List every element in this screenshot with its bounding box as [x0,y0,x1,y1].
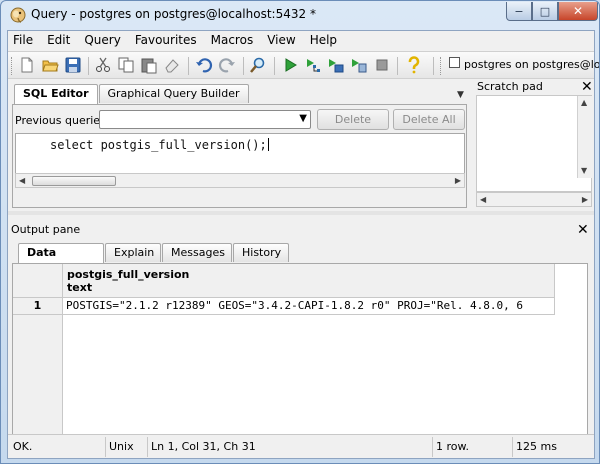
save-icon[interactable] [64,56,82,74]
find-icon[interactable] [249,56,267,74]
row-number[interactable]: 1 [13,298,63,315]
explain-icon[interactable] [304,56,322,74]
menu-view[interactable]: View [260,31,302,50]
toolbar-grip[interactable] [11,57,14,75]
sql-editor-input[interactable]: select postgis_full_version(); [15,133,465,173]
output-pane-title: Output pane [11,223,81,236]
paste-icon[interactable] [140,56,158,74]
line-margin [16,134,44,173]
menu-file[interactable]: File [8,31,40,50]
toolbar-grip[interactable] [440,57,443,75]
cut-icon[interactable] [94,56,112,74]
text-caret [267,138,269,151]
execute-to-file-icon[interactable] [327,56,345,74]
line-ending-status: Unix [106,437,148,457]
sql-text[interactable]: select postgis_full_version(); [50,138,269,152]
scratch-pad-vertical-scrollbar[interactable]: ▲ ▼ [577,96,592,178]
scratch-pad-title: Scratch pad [477,80,543,93]
status-bar: OK. Unix Ln 1, Col 31, Ch 31 1 row. 125 … [8,434,594,458]
application-window: Query - postgres on postgres@localhost:5… [0,0,600,464]
output-tabs: Data Output Explain Messages History [18,243,290,277]
close-output-pane-icon[interactable]: ✕ [577,223,589,237]
menu-query[interactable]: Query [77,31,127,50]
scratch-pad-input[interactable]: ▲ ▼ [476,95,592,192]
tab-explain[interactable]: Explain [105,243,161,262]
client-area: File Edit Query Favourites Macros View H… [7,30,599,459]
toolbar-separator [274,57,275,75]
column-name: postgis_full_version [67,268,190,281]
sql-editor-pane: SQL Editor Graphical Query Builder ▼ Pre… [10,82,469,210]
menu-macros[interactable]: Macros [204,31,261,50]
editor-horizontal-scrollbar[interactable]: ◀ ▶ [15,173,465,188]
row-count-status: 1 row. [433,437,513,457]
menu-help[interactable]: Help [303,31,344,50]
redo-icon[interactable] [218,56,236,74]
chevron-down-icon: ▼ [299,113,307,124]
previous-queries-label: Previous queries [15,114,106,127]
grid-cell[interactable]: POSTGIS="2.1.2 r12389" GEOS="3.4.2-CAPI-… [63,298,555,315]
close-icon: ✕ [572,4,584,18]
editor-body: Previous queries ▼ Delete Delete All sel… [12,104,467,208]
status-text: OK. [10,437,106,457]
toolbar-separator [88,57,89,75]
cursor-position-status: Ln 1, Col 31, Ch 31 [148,437,433,457]
tab-list-dropdown-icon[interactable]: ▼ [457,90,464,100]
connection-checkbox[interactable] [449,57,460,68]
delete-button[interactable]: Delete [317,109,389,130]
copy-icon[interactable] [117,56,135,74]
minimize-button[interactable]: − [506,2,532,21]
scroll-right-icon[interactable]: ▶ [455,174,461,187]
toolbar: postgres on postgres@localhost [8,51,599,79]
scratch-pad-horizontal-scrollbar[interactable]: ◀ ▶ [476,192,592,207]
maximize-button[interactable]: □ [532,2,558,21]
execution-time-status: 125 ms [516,440,557,453]
previous-queries-select[interactable]: ▼ [99,110,311,129]
menu-bar: File Edit Query Favourites Macros View H… [8,31,594,50]
sql-query-text: select postgis_full_version(); [50,138,267,152]
close-window-button[interactable]: ✕ [558,2,598,21]
elephant-app-icon [10,7,26,23]
tab-messages[interactable]: Messages [162,243,232,262]
stop-icon[interactable] [373,56,391,74]
connection-label[interactable]: postgres on postgres@localhost [464,58,599,71]
window-title: Query - postgres on postgres@localhost:5… [31,7,316,21]
tab-sql-editor[interactable]: SQL Editor [14,84,98,104]
grid-corner[interactable] [13,264,63,298]
toolbar-separator [397,57,398,75]
scroll-left-icon[interactable]: ◀ [19,174,25,187]
clear-icon[interactable] [163,56,181,74]
toolbar-separator [433,57,434,75]
title-bar[interactable]: Query - postgres on postgres@localhost:5… [1,1,599,29]
tab-history[interactable]: History [233,243,289,262]
tab-graphical-query-builder[interactable]: Graphical Query Builder [98,84,249,103]
execute-icon[interactable] [281,56,299,74]
new-file-icon[interactable] [18,56,36,74]
column-type: text [67,281,93,294]
toolbar-separator [188,57,189,75]
data-output-grid[interactable]: postgis_full_version text 1 POSTGIS="2.1… [12,263,588,457]
scratch-pad-pane: Scratch pad ✕ ▲ ▼ ◀ ▶ [474,79,594,210]
open-folder-icon[interactable] [41,56,59,74]
menu-favourites[interactable]: Favourites [128,31,204,50]
execute-pgscript-icon[interactable] [350,56,368,74]
scrollbar-thumb[interactable] [32,176,116,186]
undo-icon[interactable] [195,56,213,74]
delete-all-button[interactable]: Delete All [393,109,465,130]
menu-edit[interactable]: Edit [40,31,77,50]
close-scratch-pad-icon[interactable]: ✕ [581,80,593,94]
maximize-icon: □ [539,4,551,18]
column-header[interactable]: postgis_full_version text [63,264,555,298]
scroll-down-icon[interactable]: ▼ [581,166,587,175]
toolbar-separator [243,57,244,75]
help-icon[interactable] [405,56,423,74]
scroll-left-icon[interactable]: ◀ [480,193,486,206]
minimize-icon: − [514,4,524,18]
tab-data-output[interactable]: Data Output [18,243,104,277]
scroll-right-icon[interactable]: ▶ [582,193,588,206]
output-pane: Output pane ✕ Data Output Explain Messag… [8,215,594,457]
scroll-up-icon[interactable]: ▲ [581,98,587,107]
editor-tabs: SQL Editor Graphical Query Builder [14,84,250,104]
